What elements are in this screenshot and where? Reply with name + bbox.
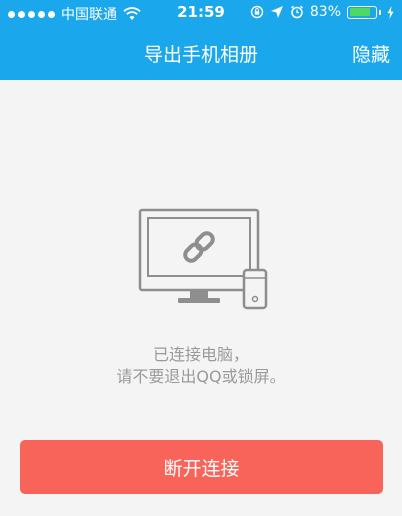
page-title: 导出手机相册 [143, 44, 258, 66]
disconnect-button[interactable]: 断开连接 [20, 440, 383, 494]
computer-connection-illustration [138, 208, 268, 310]
message-line-2: 请不要退出QQ或锁屏。 [116, 367, 286, 386]
location-arrow-icon [270, 6, 283, 18]
charging-bolt-icon [387, 5, 394, 19]
hide-button[interactable]: 隐藏 [352, 40, 390, 67]
status-right: 83% [250, 4, 394, 20]
connection-message: 已连接电脑， 请不要退出QQ或锁屏。 [0, 344, 402, 388]
status-bar: 中国联通 21:59 83% [0, 0, 402, 26]
link-icon [183, 231, 215, 263]
battery-percent: 83% [309, 4, 341, 20]
phone-icon [242, 268, 268, 310]
nav-bar: 导出手机相册 隐藏 [0, 26, 402, 80]
message-line-1: 已连接电脑， [152, 345, 249, 364]
alarm-icon [290, 5, 303, 19]
rotation-lock-icon [250, 5, 264, 19]
battery-icon [347, 5, 381, 19]
